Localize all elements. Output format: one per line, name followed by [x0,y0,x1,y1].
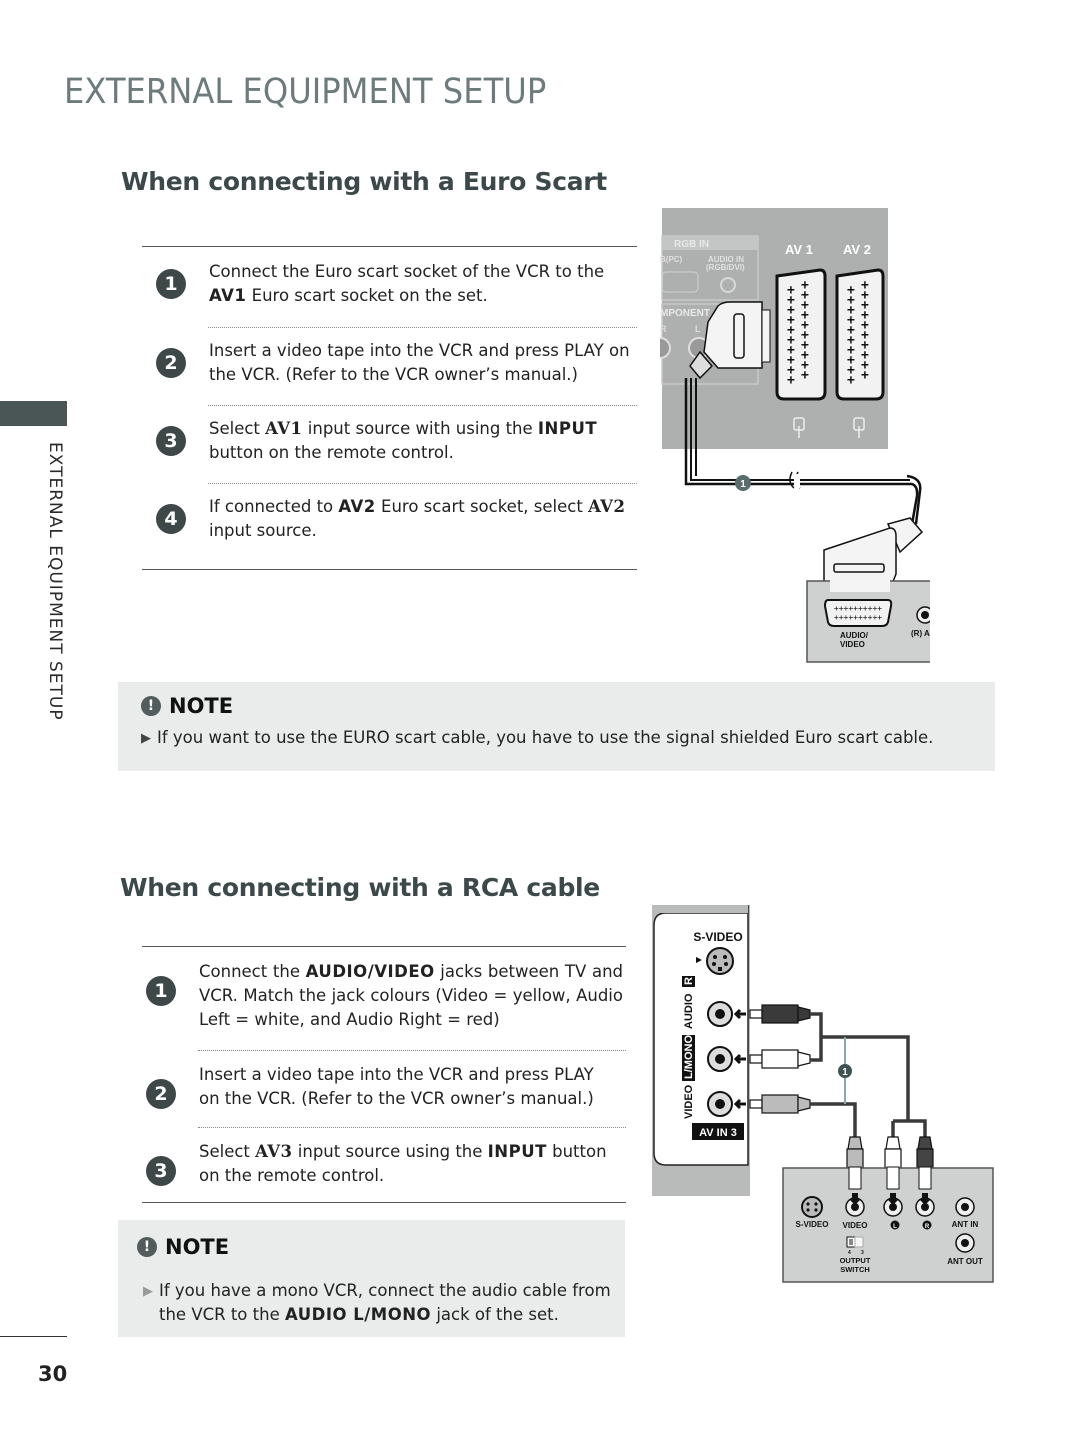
note-heading-text: NOTE [169,694,234,718]
vcr-av-label-1: AUDIO/ [840,631,869,640]
vcr-av-label-2: VIDEO [840,640,865,649]
tv-side-panel: S-VIDEO VIDEO L/MONO AUDIO R AV IN 3 [652,905,750,1196]
vcr-ant-in-label: ANT IN [952,1220,979,1229]
rgb-in-label: RGB IN [674,239,709,250]
scart-step-3: 3 Select AV1 input source with using the… [142,405,637,483]
vcr-svideo-label: S-VIDEO [796,1220,829,1229]
scart-pin: + [787,373,795,388]
output-switch [846,1236,864,1248]
rca-step-1: 1 Connect the AUDIO/VIDEO jacks between … [142,947,626,1050]
note-text: ▶ If you have a mono VCR, connect the au… [137,1279,625,1327]
output-switch-label-2: SWITCH [840,1265,870,1274]
comp-r-label: R [660,324,667,334]
step-text: Select AV3 input source using the INPUT … [199,1142,607,1185]
scart-pin: + [861,368,869,383]
vcr-rear-panel: S-VIDEO VIDEO L R ANT IN ANT OUT 4 3 OUT… [782,1166,994,1283]
rca-note: ! NOTE ▶ If you have a mono VCR, connect… [118,1220,625,1337]
output-switch-label-1: OUTPUT [840,1256,871,1265]
rca-step-3: 3 Select AV3 input source using the INPU… [142,1127,626,1203]
step-number-badge: 3 [156,426,186,456]
scart-step-4: 4 If connected to AV2 Euro scart socket,… [142,483,637,569]
scart-connection-diagram: RGB IN B(PC) AUDIO IN (RGB/DVI) MPONENT … [660,208,930,663]
exclamation-icon: ! [137,1237,157,1257]
svg-text:++++++++++: ++++++++++ [834,613,882,622]
audio-r-jack [707,1001,733,1027]
audio-in-sub-label: (RGB/DVI) [706,263,745,272]
step-text: Insert a video tape into the VCR and pre… [199,1065,594,1108]
vcr-ant-out-label: ANT OUT [947,1257,983,1266]
step-number-badge: 2 [146,1079,176,1109]
component-label: MPONENT [660,308,710,319]
vcr-l-label: L [893,1224,897,1230]
note-heading: ! NOTE [141,694,995,718]
av1-label: AV 1 [785,242,813,257]
rca-cables [810,1012,927,1137]
step-text: If connected to AV2 Euro scart socket, s… [209,497,626,540]
note-text-content: If you want to use the EURO scart cable,… [157,728,934,747]
chapter-side-label: EXTERNAL EQUIPMENT SETUP [45,442,65,721]
exclamation-icon: ! [141,696,161,716]
rgb-pc-label: B(PC) [660,255,683,264]
av-in-3-label: AV IN 3 [699,1127,737,1139]
step-number-badge: 3 [146,1156,176,1186]
av2-scart-socket: + ++ ++ ++ ++ ++ ++ ++ ++ ++ + [835,268,885,401]
tv-rear-panel: RGB IN B(PC) AUDIO IN (RGB/DVI) MPONENT … [660,208,888,449]
rca-connection-diagram: S-VIDEO VIDEO L/MONO AUDIO R AV IN 3 1 S… [652,905,994,1283]
footer-rule [0,1336,67,1337]
video-jack [707,1091,733,1117]
rca-step-2: 2 Insert a video tape into the VCR and p… [142,1050,626,1127]
step-text: Connect the Euro scart socket of the VCR… [209,262,605,305]
av1-scart-socket: + ++ ++ ++ ++ ++ ++ ++ ++ ++ + [775,268,827,401]
cable-marker-number: 1 [740,479,746,490]
scart-step-2: 2 Insert a video tape into the VCR and p… [142,327,637,405]
step-number-badge: 1 [146,976,176,1006]
audio-vertical-label: AUDIO [683,993,695,1029]
vcr-r-label: R [925,1224,930,1230]
bullet-arrow-icon: ▶ [143,1284,153,1299]
vcr-rear-panel: ++++++++++ ++++++++++ AUDIO/ VIDEO (R) A… [806,580,930,663]
audio-l-jack [707,1046,733,1072]
lmono-vertical-label: L/MONO [683,1035,695,1079]
step-number-badge: 1 [156,269,186,299]
step-number-badge: 4 [156,504,186,534]
vcr-audio-label: (R) AUDIO (L) [911,629,930,638]
step-text: Select AV1 input source with using the I… [209,419,598,462]
step-text: Insert a video tape into the VCR and pre… [209,341,630,384]
r-vertical-label: R [683,977,695,985]
note-text: ▶ If you want to use the EURO scart cabl… [141,726,995,751]
note-heading: ! NOTE [137,1235,625,1259]
comp-l-label: L [695,324,701,334]
scart-pin: + [801,368,809,383]
scart-step-1: 1 Connect the Euro scart socket of the V… [142,247,637,327]
scart-pin: + [847,373,855,388]
cable-marker-number: 1 [842,1067,848,1078]
svideo-label: S-VIDEO [693,930,742,944]
scart-steps-list: 1 Connect the Euro scart socket of the V… [142,246,637,570]
page-number: 30 [38,1362,68,1386]
rca-section-title: When connecting with a RCA cable [120,873,600,902]
note-text-content: If you have a mono VCR, connect the audi… [159,1281,611,1324]
scart-note: ! NOTE ▶ If you want to use the EURO sca… [118,682,995,771]
scart-section-title: When connecting with a Euro Scart [121,167,607,196]
av2-label: AV 2 [843,242,871,257]
vcr-video-label: VIDEO [843,1221,868,1230]
chapter-tab-marker [0,401,67,426]
step-text: Connect the AUDIO/VIDEO jacks between TV… [199,962,624,1029]
bullet-arrow-icon: ▶ [141,731,151,746]
step-number-badge: 2 [156,348,186,378]
rca-steps-list: 1 Connect the AUDIO/VIDEO jacks between … [142,946,626,1203]
page-title: EXTERNAL EQUIPMENT SETUP [64,72,547,112]
svg-text:++++++++++: ++++++++++ [834,604,882,613]
note-heading-text: NOTE [165,1235,230,1259]
video-vertical-label: VIDEO [683,1084,695,1119]
